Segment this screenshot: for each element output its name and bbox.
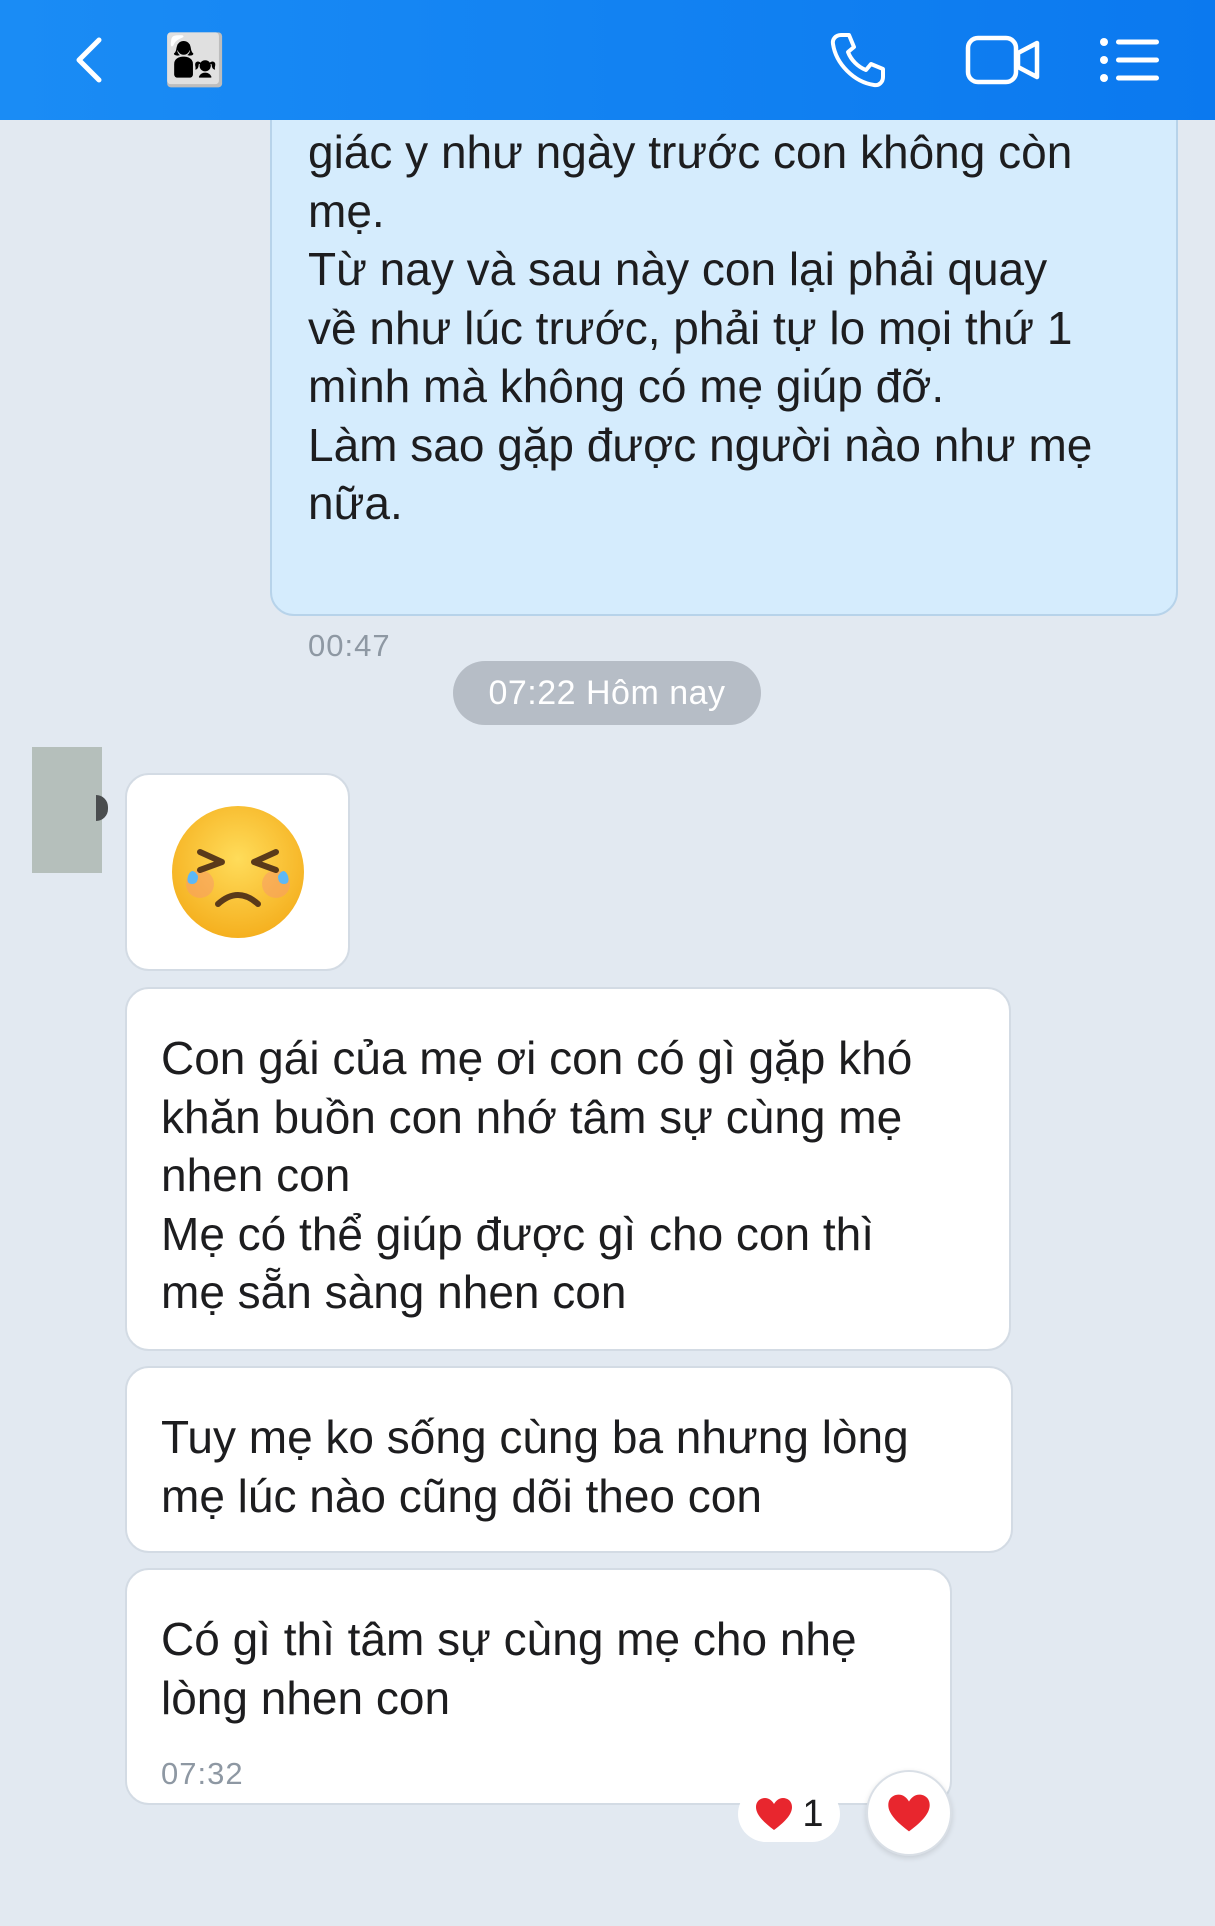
- message-text: giác y như ngày trước con không còn mẹ. …: [308, 126, 1093, 529]
- message-text: Tuy mẹ ko sống cùng ba nhưng lòng mẹ lúc…: [161, 1411, 909, 1522]
- message-time: 07:32: [161, 1756, 244, 1791]
- heart-icon: [888, 1794, 930, 1832]
- day-separator: 07:22 Hôm nay: [453, 661, 761, 725]
- sender-avatar[interactable]: [32, 747, 102, 873]
- reaction-summary[interactable]: 1: [738, 1786, 840, 1842]
- back-button[interactable]: [58, 0, 118, 120]
- message-time: 00:47: [308, 628, 391, 663]
- video-camera-icon: [965, 35, 1040, 85]
- phone-icon: [830, 33, 885, 88]
- call-button[interactable]: [818, 0, 898, 120]
- reaction-count-value: 1: [802, 1792, 824, 1835]
- received-message-bubble[interactable]: Tuy mẹ ko sống cùng ba nhưng lòng mẹ lúc…: [125, 1366, 1013, 1553]
- emoji-message-bubble[interactable]: [125, 773, 350, 971]
- message-text: Có gì thì tâm sự cùng mẹ cho nhẹ lòng nh…: [161, 1613, 857, 1724]
- chat-area: giác y như ngày trước con không còn mẹ. …: [0, 0, 1215, 1926]
- contact-avatar[interactable]: 👩‍👧: [160, 0, 230, 120]
- sent-message-bubble[interactable]: giác y như ngày trước con không còn mẹ. …: [270, 60, 1178, 663]
- list-menu-icon: [1100, 38, 1159, 82]
- chevron-left-icon: [76, 37, 102, 83]
- received-message-bubble[interactable]: Con gái của mẹ ơi con có gì gặp khó khăn…: [125, 987, 1011, 1351]
- crying-face-icon: [171, 806, 304, 938]
- heart-icon: [756, 1798, 793, 1830]
- received-message-bubble[interactable]: Có gì thì tâm sự cùng mẹ cho nhẹ lòng nh…: [125, 1568, 952, 1805]
- chat-header: 👩‍👧: [0, 0, 1215, 120]
- react-heart-button[interactable]: [866, 1770, 952, 1856]
- message-text: Con gái của mẹ ơi con có gì gặp khó khăn…: [161, 1032, 913, 1318]
- menu-button[interactable]: [1090, 0, 1170, 120]
- video-call-button[interactable]: [948, 0, 1058, 120]
- avatar-indicator: [96, 795, 108, 821]
